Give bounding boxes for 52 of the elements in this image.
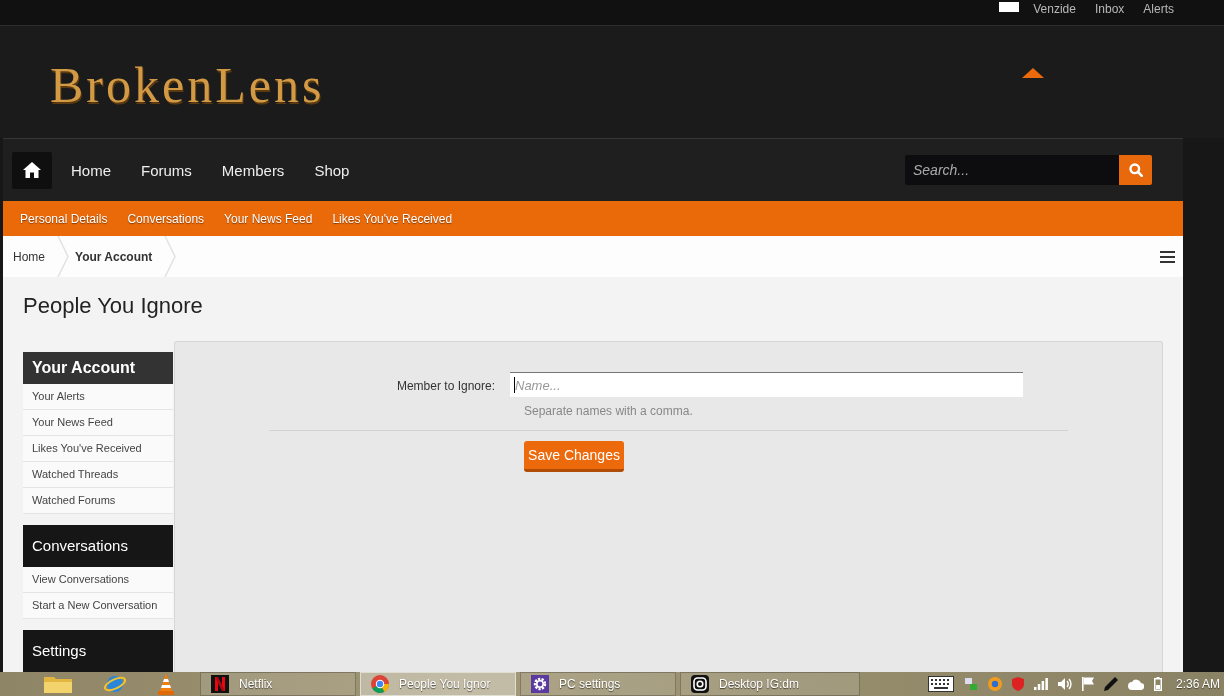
battery-icon[interactable] [1153, 677, 1162, 691]
top-bar-link[interactable]: Alerts [1143, 2, 1174, 16]
search-field[interactable]: Search... [905, 155, 1119, 185]
member-input-field[interactable]: Name... [510, 372, 1023, 397]
cloud-icon[interactable] [1127, 678, 1144, 690]
overlapping-squares-icon[interactable] [963, 677, 978, 691]
sidebar-item[interactable]: Your Alerts [23, 384, 173, 410]
taskbar-clock[interactable]: 2:36 AM [1175, 677, 1220, 691]
menu-icon[interactable] [1160, 250, 1175, 263]
nav-tab[interactable]: Home [56, 161, 126, 179]
sidebar-section-header[interactable]: Your Account [23, 352, 173, 384]
ribbon-logo-icon [211, 675, 229, 693]
field-hint: Separate names with a comma. [524, 404, 693, 418]
sidebar-item[interactable]: Watched Threads [23, 462, 173, 488]
gear-icon [531, 675, 549, 693]
site-logo[interactable]: BrokenLens [50, 55, 325, 115]
globe-ring-icon[interactable] [103, 673, 127, 695]
pen-icon[interactable] [1103, 677, 1118, 691]
chevron-separator-icon [57, 236, 69, 277]
folder-icon[interactable] [43, 674, 73, 694]
nav-tab[interactable]: Members [206, 161, 300, 179]
chevron-separator-icon [164, 236, 177, 277]
sidebar-item[interactable]: View Conversations [23, 567, 173, 593]
sidebar-item[interactable]: Likes You've Received [23, 436, 173, 462]
field-label: Member to Ignore: [396, 378, 495, 393]
search-icon [1128, 163, 1143, 177]
sidebar-section-header[interactable]: Conversations [23, 525, 173, 567]
sidebar-item[interactable]: Start a New Conversation [23, 593, 173, 619]
sidebar-item[interactable]: Watched Forums [23, 488, 173, 514]
home-icon [23, 162, 41, 178]
text-cursor-icon [514, 377, 515, 393]
browser-logo-icon [371, 675, 389, 693]
search-button[interactable] [1119, 155, 1152, 185]
breadcrumb-link[interactable]: Your Account [69, 249, 161, 264]
sidebar-item[interactable]: Your News Feed [23, 410, 173, 436]
home-button[interactable] [12, 151, 52, 189]
avatar-icon[interactable] [999, 2, 1020, 12]
signal-bars-icon[interactable] [1033, 678, 1048, 690]
caret-up-icon[interactable] [1022, 68, 1044, 78]
top-bar-link[interactable]: Venzide [1033, 2, 1076, 16]
nav-tab[interactable]: Forums [126, 161, 207, 179]
keyboard-icon[interactable] [927, 676, 954, 692]
traffic-cone-icon[interactable] [157, 673, 175, 695]
flag-icon[interactable] [1081, 677, 1094, 691]
camera-icon [691, 675, 709, 693]
nav-tab[interactable]: Shop [299, 161, 365, 179]
ring-dot-icon[interactable] [987, 677, 1002, 691]
speaker-icon[interactable] [1057, 678, 1072, 690]
sidebar-section-header[interactable]: Settings [23, 630, 173, 672]
page-title: People You Ignore [23, 293, 203, 319]
top-bar-link[interactable]: Inbox [1094, 2, 1125, 16]
breadcrumb-link[interactable]: Home [13, 249, 53, 264]
